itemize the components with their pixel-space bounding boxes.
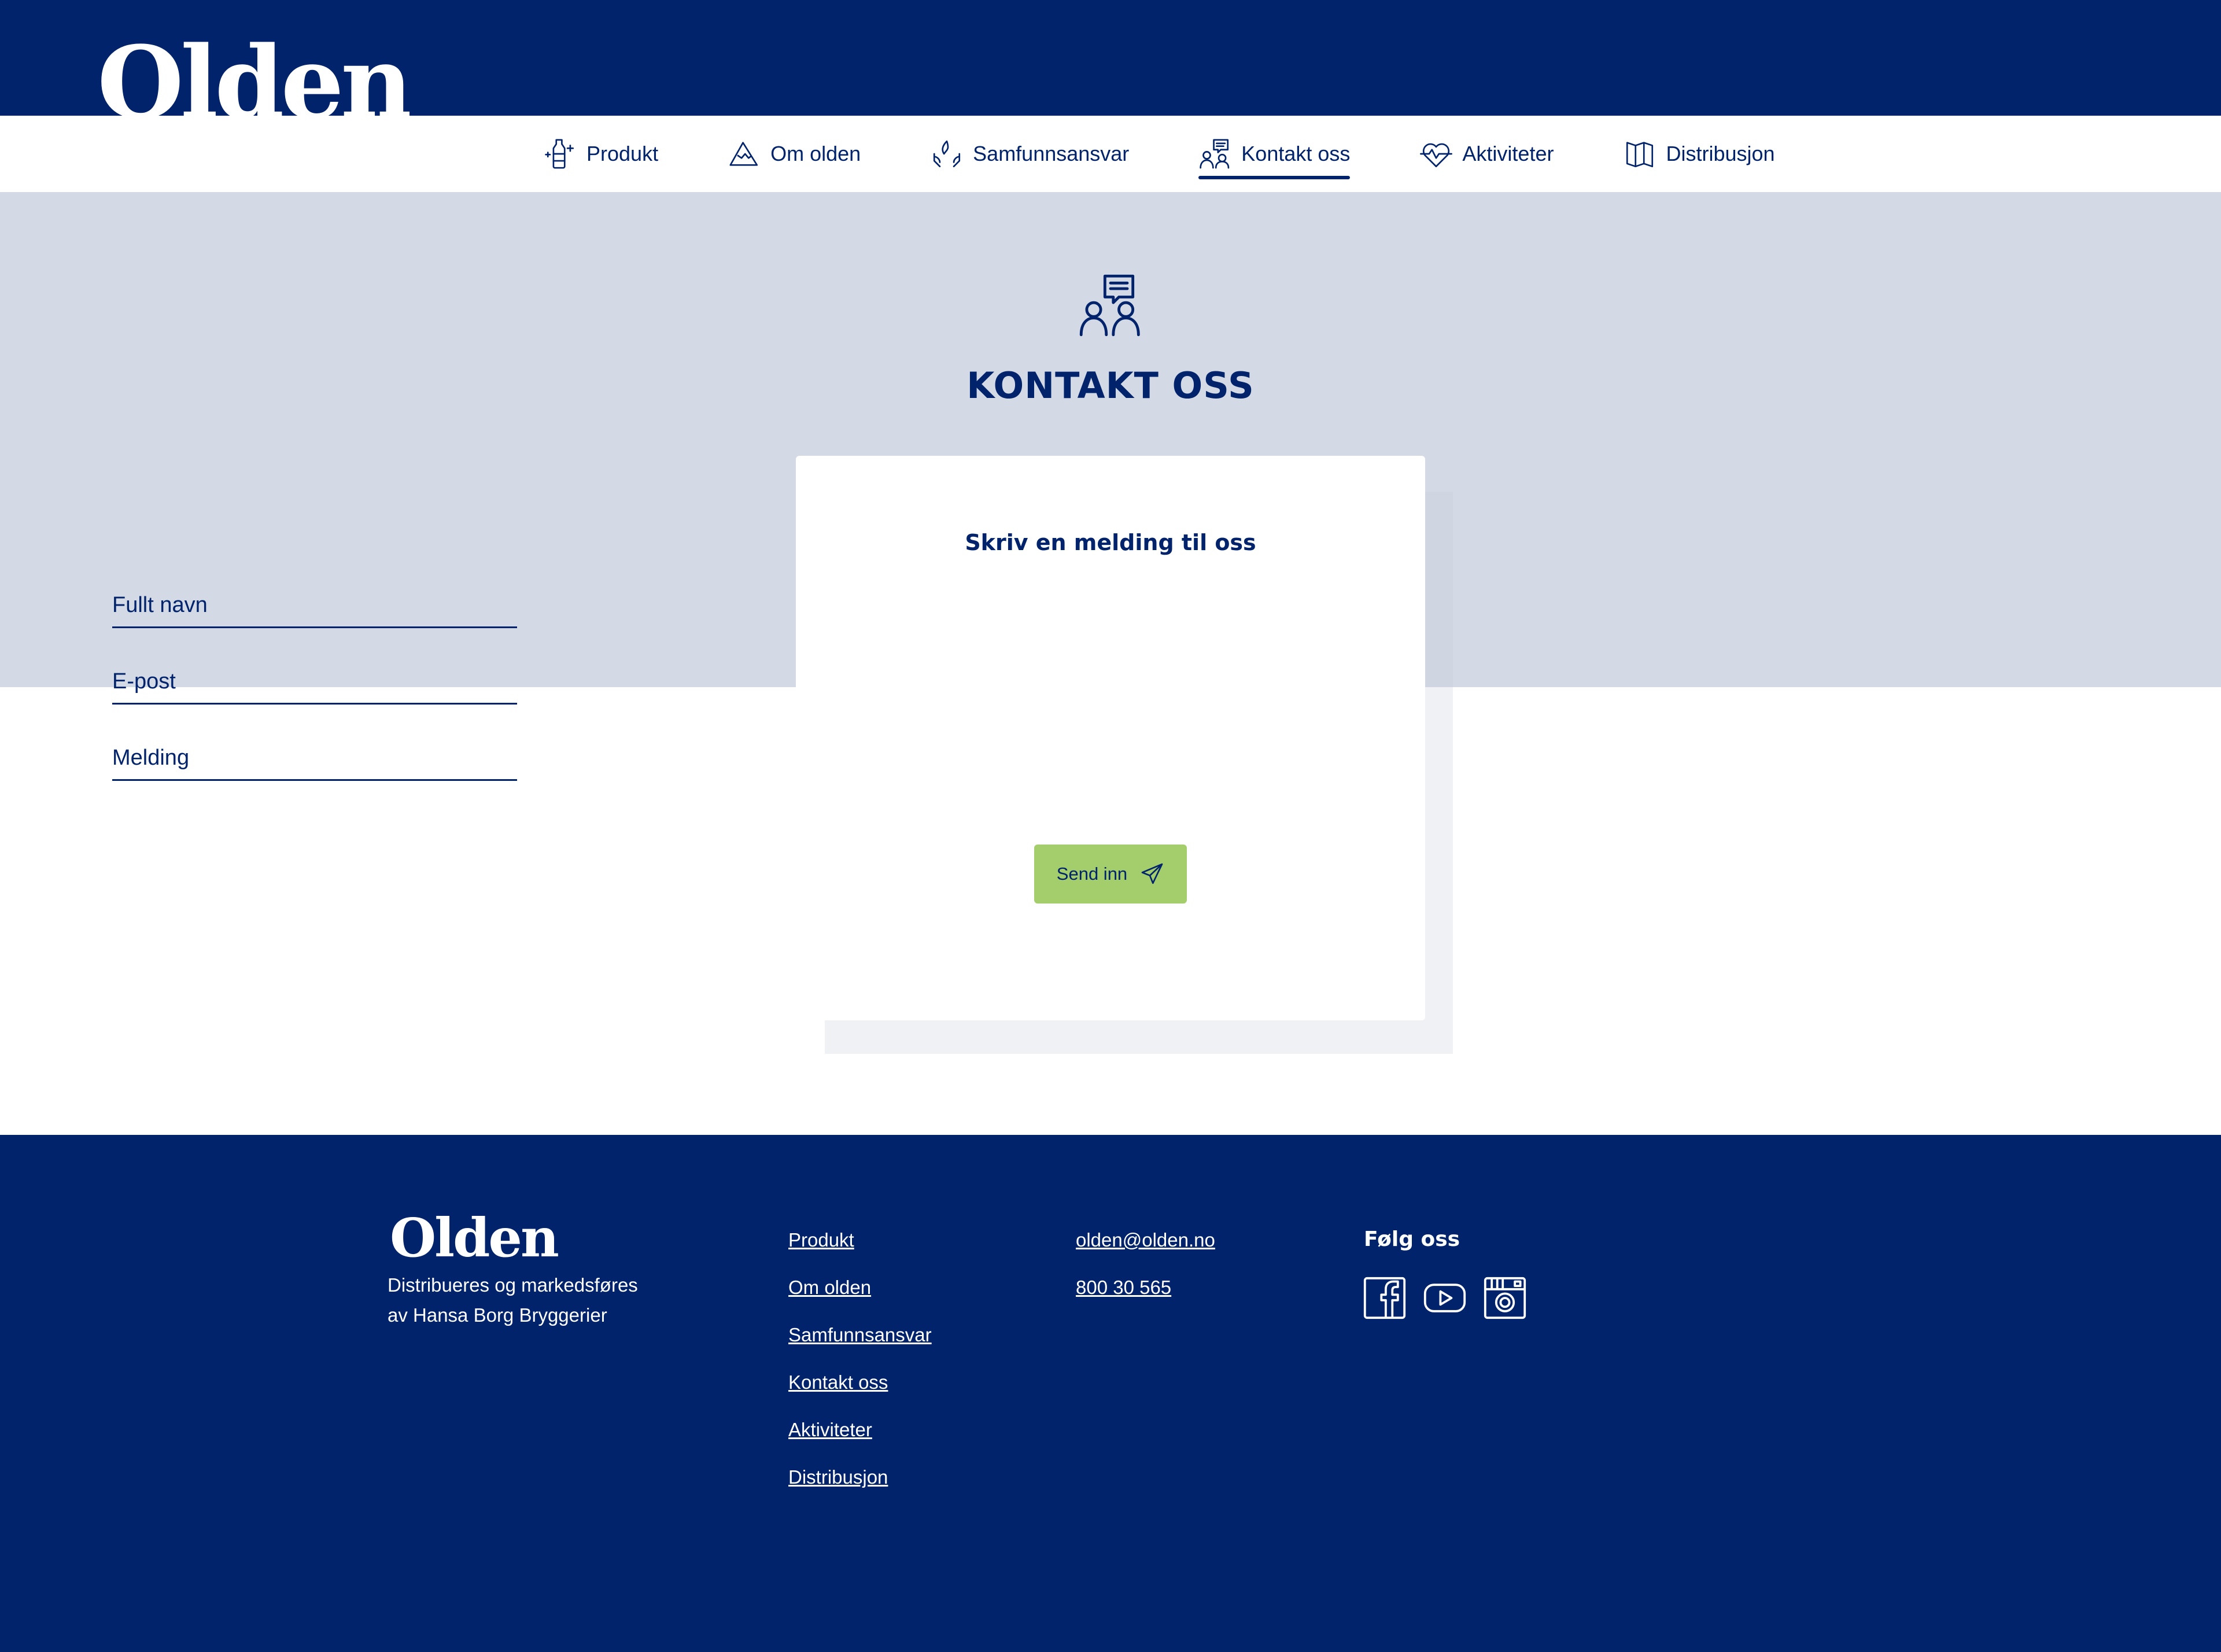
footer-link-kontakt-oss[interactable]: Kontakt oss [788, 1371, 932, 1394]
nav-label: Distribusjon [1666, 142, 1775, 165]
footer-link-aktiviteter[interactable]: Aktiviteter [788, 1418, 932, 1441]
nav-label: Produkt [586, 142, 659, 165]
footer-description: Distribueres og markedsføres av Hansa Bo… [388, 1270, 688, 1330]
heart-pulse-icon [1420, 143, 1453, 168]
footer-description-line: av Hansa Borg Bryggerier [388, 1304, 607, 1326]
paper-plane-icon [1141, 863, 1163, 884]
send-button-label: Send inn [1056, 864, 1128, 884]
nav-item-om-olden[interactable]: Om olden [728, 116, 861, 192]
logo[interactable]: Olden [97, 28, 409, 116]
footer-links: Produkt Om olden Samfunnsansvar Kontakt … [788, 1229, 932, 1513]
footer-phone-link[interactable]: 800 30 565 [1076, 1276, 1215, 1299]
footer-link-om-olden[interactable]: Om olden [788, 1276, 932, 1299]
footer-logo[interactable]: Olden [390, 1209, 559, 1267]
page-title: KONTAKT OSS [966, 364, 1255, 407]
people-chat-icon [1079, 274, 1140, 337]
nav-label: Aktiviteter [1462, 142, 1554, 165]
nav-label: Om olden [770, 142, 861, 165]
follow-heading: Følg oss [1364, 1227, 1460, 1251]
footer [0, 1135, 2221, 1652]
bottle-sparkle-icon [545, 139, 574, 169]
nav-label: Kontakt oss [1241, 142, 1351, 165]
footer-link-samfunnsansvar[interactable]: Samfunnsansvar [788, 1323, 932, 1347]
nav-item-kontakt-oss[interactable]: Kontakt oss [1198, 116, 1351, 192]
send-button[interactable]: Send inn [1034, 845, 1187, 904]
instagram-icon [1484, 1277, 1526, 1319]
instagram-link[interactable] [1483, 1276, 1527, 1320]
logo-text: Olden [97, 28, 409, 116]
people-chat-icon [1200, 139, 1230, 169]
footer-contact: olden@olden.no 800 30 565 [1076, 1229, 1215, 1323]
contact-form: Skriv en melding til oss [796, 456, 1425, 1020]
facebook-link[interactable] [1363, 1276, 1407, 1320]
nav-item-produkt[interactable]: Produkt [544, 116, 658, 192]
message-input[interactable] [112, 737, 517, 781]
nav-item-aktiviteter[interactable]: Aktiviteter [1419, 116, 1554, 192]
email-input[interactable] [112, 661, 517, 705]
footer-description-line: Distribueres og markedsføres [388, 1274, 638, 1296]
main-nav-bar: Produkt Om olden Samfunnsansvar Kontakt … [0, 116, 2221, 192]
footer-link-distribusjon[interactable]: Distribusjon [788, 1466, 932, 1489]
mountain-icon [729, 142, 758, 166]
header-bar: Olden [0, 0, 2221, 116]
nav-item-samfunnsansvar[interactable]: Samfunnsansvar [930, 116, 1129, 192]
nav-label: Samfunnsansvar [973, 142, 1130, 165]
footer-email-link[interactable]: olden@olden.no [1076, 1229, 1215, 1252]
book-map-icon [1626, 142, 1654, 168]
facebook-icon [1363, 1277, 1406, 1319]
nav-item-distribusjon[interactable]: Distribusjon [1623, 116, 1775, 192]
form-title: Skriv en melding til oss [965, 530, 1256, 555]
full-name-input[interactable] [112, 584, 517, 628]
youtube-link[interactable] [1423, 1276, 1467, 1320]
main-nav: Produkt Om olden Samfunnsansvar Kontakt … [544, 116, 1775, 192]
hands-leaf-icon [934, 140, 961, 168]
youtube-icon [1423, 1284, 1466, 1312]
footer-link-produkt[interactable]: Produkt [788, 1229, 932, 1252]
social-links [1363, 1276, 1543, 1320]
